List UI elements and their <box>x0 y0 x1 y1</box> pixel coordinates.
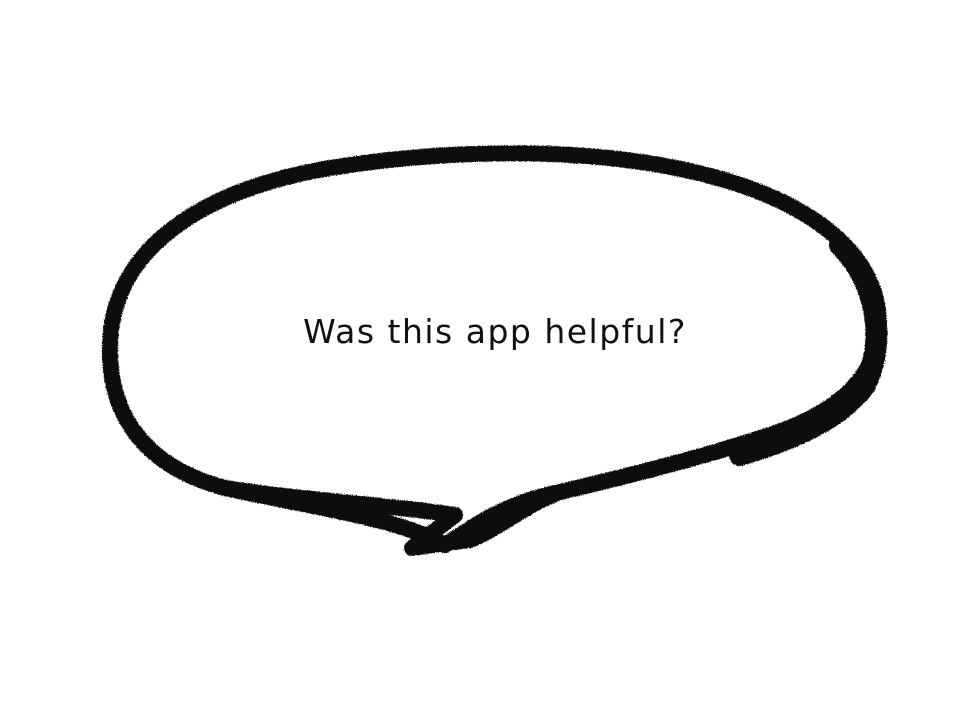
screen: Was this app helpful? <box>0 0 960 720</box>
speech-bubble <box>101 145 888 556</box>
bubble-question-text: Was this app helpful? <box>303 312 687 351</box>
